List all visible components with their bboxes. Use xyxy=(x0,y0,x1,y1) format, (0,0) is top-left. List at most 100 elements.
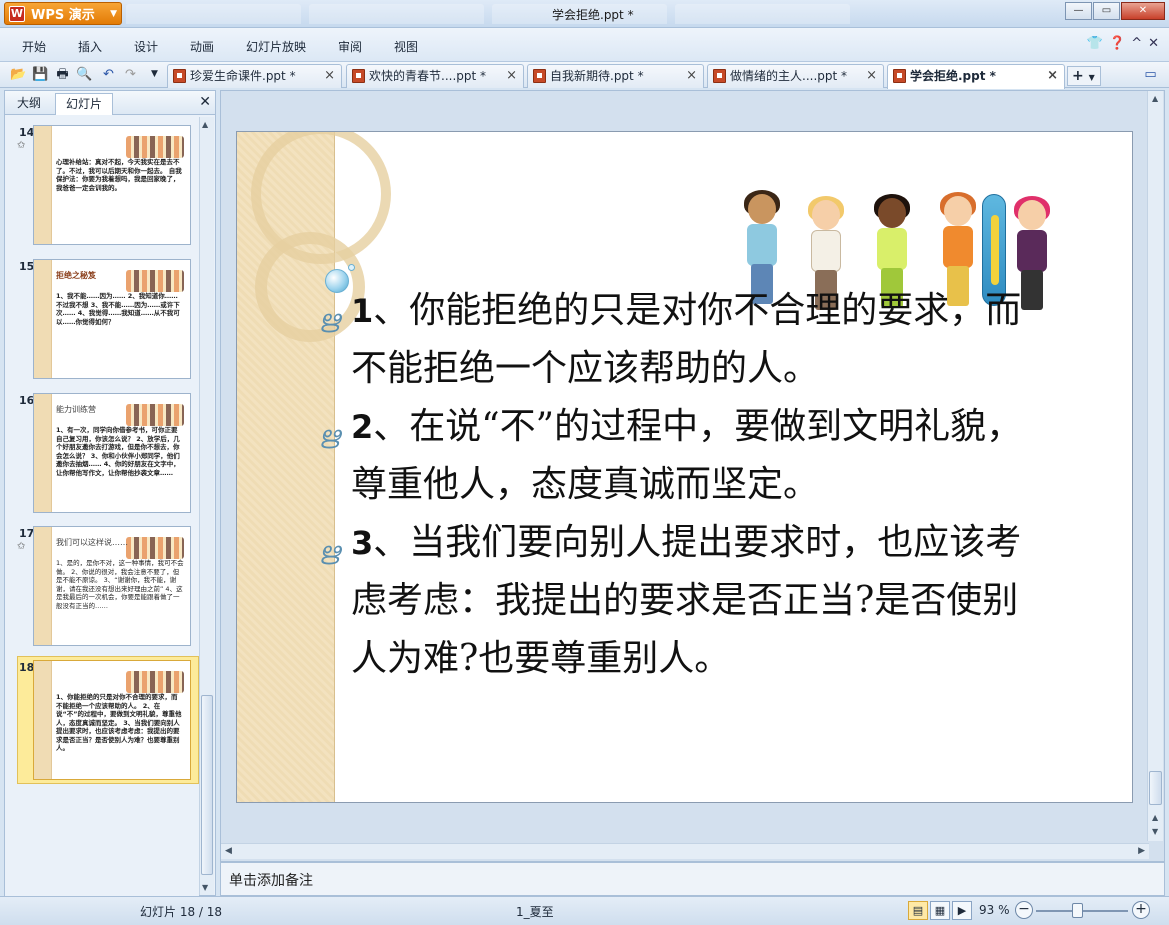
thumb-text: 1、我不能……因为…… 2、我知道你……不过我不想 3、我不能……因为……或许下… xyxy=(56,292,180,326)
doc-tab[interactable]: 做情绪的主人....ppt * × xyxy=(707,64,884,88)
close-icon[interactable]: × xyxy=(686,65,697,87)
slide-canvas[interactable]: ഋ 1、你能拒绝的只是对你不合理的要求，而不能拒绝一个应该帮助的人。 ഋ 2、在说“… xyxy=(236,131,1133,803)
menu-insert[interactable]: 插入 xyxy=(78,38,102,55)
slide-editor: ഋ 1、你能拒绝的只是对你不合理的要求，而不能拒绝一个应该帮助的人。 ഋ 2、在说“… xyxy=(220,90,1165,862)
thumb-strip xyxy=(34,661,52,779)
doc-tab-active[interactable]: 学会拒绝.ppt * × xyxy=(887,64,1065,89)
thumb-strip xyxy=(34,260,52,378)
slide-vertical-scrollbar[interactable]: ▲ ▲ ▼ xyxy=(1147,91,1163,841)
scroll-thumb[interactable] xyxy=(201,695,213,875)
close-window-button[interactable]: ✕ xyxy=(1121,2,1165,20)
close-icon[interactable]: ✕ xyxy=(199,94,211,110)
menu-view[interactable]: 视图 xyxy=(394,38,418,55)
thumb-text: 1、有一次，同学向你借参考书，可你正要自己复习用，你该怎么说？ 2、放学后，几个… xyxy=(56,426,180,477)
thumb-title: 我们可以这样说…… xyxy=(56,538,128,547)
slide-horizontal-scrollbar[interactable]: ◀ ▶ xyxy=(221,843,1149,859)
doc-tab[interactable]: 自我新期待.ppt * × xyxy=(527,64,704,88)
new-tab-button[interactable]: + ▼ xyxy=(1067,66,1101,86)
kids-image xyxy=(126,537,184,559)
undo-icon[interactable]: ↶ xyxy=(100,66,117,83)
doc-tab[interactable]: 欢快的青春节....ppt * × xyxy=(346,64,524,88)
zoom-slider-handle[interactable] xyxy=(1072,903,1083,918)
tab-outline[interactable]: 大纲 xyxy=(7,93,51,115)
doc-tab-label: 做情绪的主人....ppt * xyxy=(730,69,848,83)
print-preview-icon[interactable]: 🔍 xyxy=(76,66,93,83)
slide-body-text[interactable]: ഋ 1、你能拒绝的只是对你不合理的要求，而不能拒绝一个应该帮助的人。 ഋ 2、在说“… xyxy=(319,282,1037,688)
slides-panel: 大纲 幻灯片 ✕ 14 ✩ 心理补给站：真对不起，今天我实在是去不了。不过，我可… xyxy=(4,90,216,896)
menu-home[interactable]: 开始 xyxy=(22,38,46,55)
save-icon[interactable]: 💾 xyxy=(32,66,49,83)
zoom-in-button[interactable]: + xyxy=(1132,901,1150,919)
ppt-file-icon xyxy=(173,69,186,83)
minimize-button[interactable]: — xyxy=(1065,2,1092,20)
close-icon[interactable]: × xyxy=(324,65,335,87)
scroll-up-icon[interactable]: ▲ xyxy=(1152,94,1158,103)
slide-indicator: 幻灯片 18 / 18 xyxy=(140,905,223,919)
scroll-right-icon[interactable]: ▶ xyxy=(1138,846,1145,856)
open-icon[interactable]: 📂 xyxy=(10,66,27,83)
panel-tabs: 大纲 幻灯片 ✕ xyxy=(5,91,215,115)
background-tab xyxy=(309,4,484,24)
bullet-icon: ഋ xyxy=(319,305,340,333)
bullet-icon: ഋ xyxy=(319,537,340,565)
slideshow-icon[interactable]: ▶ xyxy=(952,901,972,920)
thumb-title: 拒绝之秘笈 xyxy=(56,271,96,280)
minimize-ribbon-icon[interactable]: ^ xyxy=(1131,36,1142,51)
point-number: 2 xyxy=(351,408,374,446)
slide-thumbnail[interactable]: 我们可以这样说…… 1、是的，是你不对，这一种事情，我可不会做。 2、你说的很对… xyxy=(33,526,191,646)
slide-thumbnail[interactable]: 拒绝之秘笈 1、我不能……因为…… 2、我知道你……不过我不想 3、我不能……因… xyxy=(33,259,191,379)
doc-tab-label: 自我新期待.ppt * xyxy=(550,69,644,83)
scroll-left-icon[interactable]: ◀ xyxy=(225,846,232,856)
menu-animation[interactable]: 动画 xyxy=(190,38,214,55)
status-bar: 幻灯片 18 / 18 1_夏至 ▤ ▦ ▶ 93 % − + xyxy=(0,896,1169,925)
slide-thumbnail[interactable]: 心理补给站：真对不起，今天我实在是去不了。不过，我可以后期天和你一起去。 自我保… xyxy=(33,125,191,245)
kids-image xyxy=(126,404,184,426)
redo-icon[interactable]: ↷ xyxy=(122,66,139,83)
notes-pane[interactable]: 单击添加备注 xyxy=(220,862,1165,896)
star-icon: ✩ xyxy=(17,541,26,552)
close-icon[interactable]: × xyxy=(1047,65,1058,87)
chevron-down-icon[interactable]: ▼ xyxy=(146,66,163,83)
ppt-file-icon xyxy=(713,69,726,83)
scroll-up-icon[interactable]: ▲ xyxy=(202,120,208,129)
doc-tab[interactable]: 珍爱生命课件.ppt * × xyxy=(167,64,342,88)
quick-access-bar: 📂 💾 🖶 🔍 ↶ ↷ ▼ 珍爱生命课件.ppt * × 欢快的青春节....p… xyxy=(0,62,1169,89)
app-brand: WPS 演示 xyxy=(31,8,95,23)
menu-design[interactable]: 设计 xyxy=(134,38,158,55)
star-icon: ✩ xyxy=(17,140,26,151)
doc-tab-label: 学会拒绝.ppt * xyxy=(910,69,996,83)
prev-slide-icon[interactable]: ▲ xyxy=(1152,813,1158,822)
print-icon[interactable]: 🖶 xyxy=(54,66,71,83)
scroll-down-icon[interactable]: ▼ xyxy=(202,883,208,892)
thumb-title: 能力训练营 xyxy=(56,405,96,414)
menu-review[interactable]: 审阅 xyxy=(338,38,362,55)
slide-point: ഋ 2、在说“不”的过程中，要做到文明礼貌，尊重他人，态度真诚而坚定。 xyxy=(319,398,1037,514)
close-icon[interactable]: ✕ xyxy=(1148,36,1159,51)
slide-sorter-icon[interactable]: ▦ xyxy=(930,901,950,920)
slide-thumbnail[interactable]: 能力训练营 1、有一次，同学向你借参考书，可你正要自己复习用，你该怎么说？ 2、… xyxy=(33,393,191,513)
zoom-level: 93 % xyxy=(979,903,1010,917)
wps-menu-button[interactable]: W WPS 演示 ▼ xyxy=(4,2,122,25)
tab-list-icon[interactable]: ▭ xyxy=(1142,66,1159,83)
notes-placeholder: 单击添加备注 xyxy=(229,873,313,889)
thumb-text: 1、是的，是你不对，这一种事情，我可不会做。 2、你说的很对，我会注意不要了，但… xyxy=(56,559,184,610)
tab-slides[interactable]: 幻灯片 xyxy=(55,93,114,115)
scroll-thumb[interactable] xyxy=(1149,771,1162,805)
ppt-file-icon xyxy=(893,69,906,83)
normal-view-icon[interactable]: ▤ xyxy=(908,901,928,920)
slide-thumbnail-selected[interactable]: 1、你能拒绝的只是对你不合理的要求，而不能拒绝一个应该帮助的人。 2、在说“不”… xyxy=(33,660,191,780)
close-icon[interactable]: × xyxy=(506,65,517,87)
ppt-file-icon xyxy=(533,69,546,83)
background-window-tabs xyxy=(126,4,858,24)
zoom-out-button[interactable]: − xyxy=(1015,901,1033,919)
menu-slideshow[interactable]: 幻灯片放映 xyxy=(246,38,306,55)
doc-tab-label: 欢快的青春节....ppt * xyxy=(369,69,487,83)
shirt-icon[interactable]: 👕 xyxy=(1087,36,1103,51)
help-icon[interactable]: ❓ xyxy=(1109,36,1125,51)
thumb-text: 1、你能拒绝的只是对你不合理的要求，而不能拒绝一个应该帮助的人。 2、在说“不”… xyxy=(56,693,182,752)
thumbnail-scrollbar[interactable]: ▲ ▼ xyxy=(199,117,214,895)
next-slide-icon[interactable]: ▼ xyxy=(1152,827,1158,836)
close-icon[interactable]: × xyxy=(866,65,877,87)
maximize-button[interactable]: ▭ xyxy=(1093,2,1120,20)
kids-image xyxy=(126,270,184,292)
